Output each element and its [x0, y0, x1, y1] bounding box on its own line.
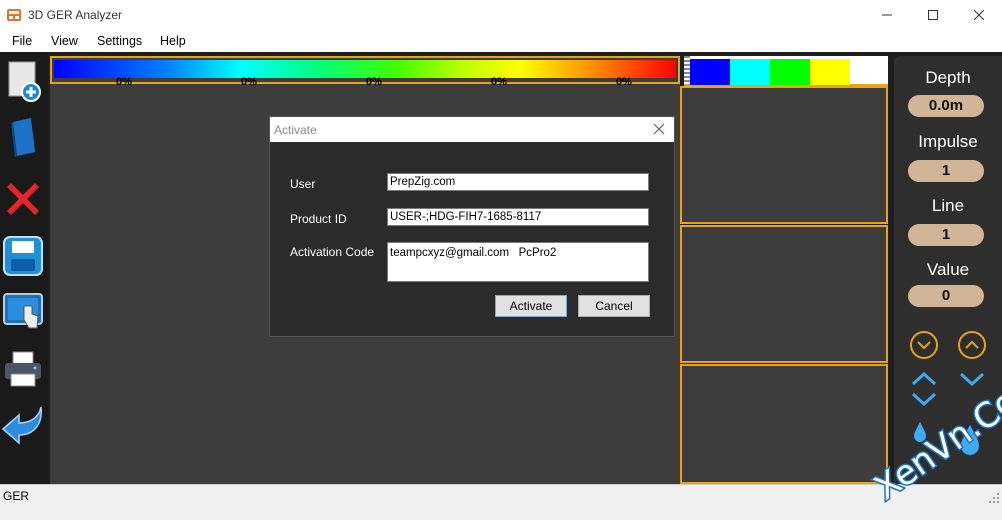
value-value: 0: [908, 285, 984, 307]
collapse-icon[interactable]: [958, 370, 986, 390]
scale-label: 0%: [116, 76, 132, 88]
maximize-icon: [928, 10, 938, 20]
scroll-down-button[interactable]: [910, 331, 938, 359]
touch-screen-icon: [3, 293, 43, 329]
scale-label: 0%: [491, 76, 507, 88]
minimize-icon: [882, 14, 892, 16]
close-button[interactable]: [956, 0, 1002, 30]
user-label: User: [290, 177, 316, 191]
product-id-label: Product ID: [290, 212, 347, 226]
product-id-field[interactable]: USER-;HDG-FIH7-1685-8117: [387, 208, 649, 226]
side-view-bottom[interactable]: [680, 364, 888, 484]
expand-vertical-icon[interactable]: [910, 370, 938, 408]
delete-button[interactable]: [1, 176, 45, 222]
menu-bar: File View Settings Help: [0, 30, 1002, 52]
activate-dialog: Activate User PrepZig.com Product ID USE…: [270, 117, 674, 336]
touch-screen-button[interactable]: [1, 288, 45, 334]
minimize-button[interactable]: [864, 0, 910, 30]
menu-settings[interactable]: Settings: [97, 34, 142, 48]
user-field[interactable]: PrepZig.com: [387, 173, 649, 191]
scroll-up-button[interactable]: [958, 331, 986, 359]
activate-button[interactable]: Activate: [495, 295, 567, 317]
app-logo-icon: [7, 9, 21, 21]
dialog-close-icon[interactable]: [652, 122, 666, 136]
window-title: 3D GER Analyzer: [28, 8, 123, 22]
left-toolbar: [0, 52, 48, 484]
scale-label: 0%: [241, 76, 257, 88]
cancel-button[interactable]: Cancel: [578, 295, 650, 317]
back-arrow-icon: [1, 406, 42, 445]
title-bar: 3D GER Analyzer: [0, 0, 1002, 30]
control-panel: Depth 0.0m Impulse 1 Line 1 Value 0: [894, 56, 1002, 484]
impulse-label: Impulse: [918, 132, 978, 151]
resize-grip-icon[interactable]: [988, 492, 1000, 504]
swatch-blue[interactable]: [690, 59, 730, 85]
dialog-title: Activate: [274, 123, 317, 137]
swatch-green[interactable]: [770, 59, 810, 85]
status-text: GER: [3, 489, 30, 503]
maximize-button[interactable]: [910, 0, 956, 30]
color-palette[interactable]: [684, 56, 888, 86]
side-view-middle[interactable]: [680, 225, 888, 363]
menu-help[interactable]: Help: [160, 34, 186, 48]
status-bar: GER: [0, 484, 1002, 506]
save-button[interactable]: [1, 233, 45, 279]
dialog-title-bar: Activate: [270, 117, 674, 142]
line-value: 1: [908, 224, 984, 246]
menu-file[interactable]: File: [12, 34, 32, 48]
scale-label: 0%: [616, 76, 632, 88]
open-book-button[interactable]: [1, 114, 45, 160]
menu-view[interactable]: View: [51, 34, 78, 48]
line-label: Line: [931, 196, 965, 215]
depth-label: Depth: [925, 68, 971, 87]
chevron-up-icon: [965, 340, 979, 349]
impulse-value: 1: [908, 160, 984, 182]
new-file-icon: [8, 61, 41, 102]
print-button[interactable]: [1, 346, 45, 392]
swatch-cyan[interactable]: [730, 59, 770, 85]
drop-large-icon[interactable]: [958, 424, 982, 456]
save-icon: [3, 236, 43, 276]
new-file-button[interactable]: [1, 58, 45, 104]
close-icon: [974, 10, 984, 20]
depth-value: 0.0m: [908, 95, 984, 117]
swatch-yellow[interactable]: [810, 59, 850, 85]
activation-code-label: Activation Code: [290, 245, 375, 259]
book-icon: [11, 118, 35, 157]
printer-icon: [5, 351, 41, 387]
activation-code-field[interactable]: teampcxyz@gmail.com PcPro2: [387, 242, 649, 282]
color-gradient: [54, 60, 676, 78]
scale-label: 0%: [366, 76, 382, 88]
color-scale-bar: 0% 0% 0% 0% 0%: [50, 56, 680, 88]
side-view-top[interactable]: [680, 86, 888, 224]
red-x-icon: [7, 183, 39, 215]
chevron-down-icon: [917, 341, 931, 350]
drop-small-icon[interactable]: [912, 421, 928, 443]
back-button[interactable]: [1, 402, 45, 448]
value-label: Value: [926, 260, 970, 279]
